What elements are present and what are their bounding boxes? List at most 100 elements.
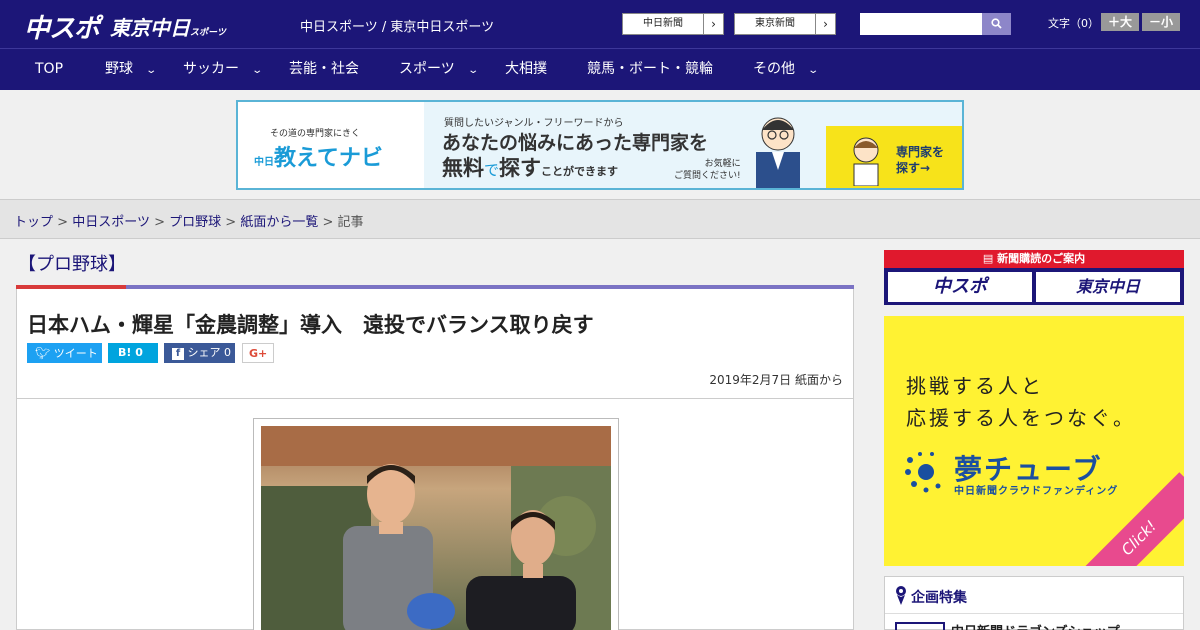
tokyo-shimbun-button[interactable]: 東京新聞 ›	[734, 13, 836, 35]
banner-brand-name: 教えてナビ	[274, 146, 383, 171]
chevron-right-icon: ›	[703, 14, 723, 34]
nav-item-label: 野球	[105, 61, 133, 77]
nav-item-entertainment[interactable]: 芸能・社会	[289, 49, 359, 90]
nav-item-sumo[interactable]: 大相撲	[505, 49, 547, 90]
facebook-share-button[interactable]: f シェア 0	[164, 343, 235, 363]
banner-cta-b: 探す→	[896, 161, 931, 175]
breadcrumb: トップ > 中日スポーツ > プロ野球 > 紙面から一覧 > 記事	[14, 211, 364, 230]
subscribe-chuspo-button[interactable]: 中スポ	[888, 272, 1032, 302]
tweet-button[interactable]: 🐦︎ ツイート	[27, 343, 102, 363]
hatena-bookmark-button[interactable]: B! 0	[108, 343, 158, 363]
main-nav: TOP 野球 ⌄ サッカー ⌄ 芸能・社会 スポーツ ⌄ 大相撲 競馬・ボート・競輪 …	[0, 48, 1200, 90]
banner-invite: お気軽に ご質問ください!	[674, 158, 741, 182]
site-names: 中日スポーツ / 東京中日スポーツ	[300, 20, 495, 35]
yume-logo-dots-icon	[905, 452, 941, 493]
nav-item-label: スポーツ	[399, 61, 455, 77]
breadcrumb-top[interactable]: トップ	[14, 215, 53, 230]
google-plus-button[interactable]: G+	[242, 343, 274, 363]
dragons-shop-thumbnail[interactable]	[895, 622, 945, 630]
feature-divider	[885, 613, 1183, 614]
breadcrumb-pro-baseball[interactable]: プロ野球	[169, 215, 221, 230]
subscription-box: ▤ 新聞購読のご案内 中スポ 東京中日	[884, 250, 1184, 305]
chunichi-shimbun-label: 中日新聞	[643, 18, 683, 29]
nav-item-racing[interactable]: 競馬・ボート・競輪	[587, 49, 713, 90]
chevron-down-icon: ⌄	[467, 65, 479, 76]
person-icon	[853, 137, 879, 186]
section-title: 【プロ野球】	[18, 254, 126, 275]
banner-invite-a: お気軽に	[704, 159, 741, 169]
breadcrumb-paper-list[interactable]: 紙面から一覧	[240, 215, 318, 230]
nav-item-label: サッカー	[183, 61, 239, 77]
banner-can: ことができます	[541, 165, 619, 178]
banner-line2: あなたの悩みにあった専門家を	[442, 132, 709, 154]
banner-cta[interactable]: 専門家を探す→	[826, 126, 962, 188]
chuspo-logo[interactable]: 中スポ	[24, 8, 100, 45]
breadcrumb-bar: トップ > 中日スポーツ > プロ野球 > 紙面から一覧 > 記事	[0, 199, 1200, 239]
banner-brand-area: その道の専門家にきく 中日教えてナビ	[238, 102, 424, 188]
article-photo-frame	[253, 418, 619, 630]
banner-brand-prefix: 中日	[254, 157, 274, 168]
banner-de: で	[484, 161, 500, 179]
nav-item-label: その他	[753, 61, 795, 77]
article-date: 2019年2月7日 紙面から	[709, 373, 843, 387]
tokyo-shimbun-label: 東京新聞	[755, 18, 795, 29]
nav-item-label: 競馬・ボート・競輪	[587, 61, 713, 77]
breadcrumb-separator: >	[154, 215, 165, 230]
tokyo-chunichi-logo-text: 東京中日	[110, 16, 190, 40]
subscribe-tokyo-chunichi-button[interactable]: 東京中日	[1036, 272, 1180, 302]
expert-illustration	[756, 117, 800, 188]
breadcrumb-chunichi-sports[interactable]: 中日スポーツ	[72, 215, 150, 230]
nav-item-baseball[interactable]: 野球 ⌄	[105, 49, 158, 90]
chevron-down-icon: ⌄	[807, 65, 820, 76]
banner-line1: 質問したいジャンル・フリーワードから	[444, 118, 624, 129]
newspaper-icon: ▤	[982, 252, 994, 265]
yume-subtitle: 中日新聞クラウドファンディング	[954, 486, 1119, 497]
search-icon	[991, 18, 1002, 29]
chevron-right-icon: ›	[815, 14, 835, 34]
nav-item-label: 大相撲	[505, 61, 547, 77]
facebook-icon: f	[172, 348, 184, 360]
feature-box: 企画特集 中日新聞ドラゴンズショップ	[884, 576, 1184, 630]
nav-item-label: 芸能・社会	[289, 61, 359, 77]
subscription-header: ▤ 新聞購読のご案内	[884, 250, 1184, 268]
yume-tagline-2: 応援する人をつなぐ。	[906, 406, 1136, 430]
tokyo-chunichi-logo-small: スポーツ	[190, 28, 226, 38]
nav-item-sports[interactable]: スポーツ ⌄	[399, 49, 479, 90]
banner-search: 探す	[499, 156, 542, 180]
banner-free: 無料	[442, 156, 484, 180]
article-divider	[17, 398, 853, 399]
tokyo-chunichi-logo[interactable]: 東京中日スポーツ	[110, 12, 226, 41]
nav-item-other[interactable]: その他 ⌄	[753, 49, 820, 90]
top-header: 中スポ 東京中日スポーツ 中日スポーツ / 東京中日スポーツ 中日新聞 › 東京…	[0, 0, 1200, 48]
banner-cta-a: 専門家を	[896, 145, 945, 159]
font-size-label: 文字（0）	[1048, 17, 1099, 30]
breadcrumb-separator: >	[57, 215, 69, 230]
yume-tagline-1: 挑戦する人と	[906, 374, 1044, 398]
oshiete-navi-ad-banner[interactable]: その道の専門家にきく 中日教えてナビ 質問したいジャンル・フリーワードから あな…	[236, 100, 964, 190]
search-button[interactable]	[982, 13, 1011, 35]
search-input[interactable]	[860, 13, 982, 35]
nav-item-soccer[interactable]: サッカー ⌄	[183, 49, 263, 90]
twitter-icon: 🐦︎	[35, 346, 51, 360]
facebook-share-label: シェア 0	[187, 346, 232, 359]
yume-tube-ad[interactable]: 挑戦する人と 応援する人をつなぐ。 夢チューブ 中日新聞クラウドファンディング …	[884, 316, 1184, 566]
feature-title: 企画特集	[911, 590, 967, 606]
players-photo	[261, 426, 611, 630]
ribbon-icon	[896, 586, 906, 605]
breadcrumb-separator: >	[225, 215, 237, 230]
nav-item-top[interactable]: TOP	[35, 49, 63, 90]
banner-tagline: その道の専門家にきく	[270, 129, 361, 139]
article-card: 日本ハム・輝星「金農調整」導入 遠投でバランス取り戻す 🐦︎ ツイート B! 0…	[16, 289, 854, 630]
banner-brand: 中日教えてナビ	[254, 140, 383, 172]
tweet-label: ツイート	[53, 347, 98, 360]
breadcrumb-current: 記事	[337, 215, 364, 230]
font-smaller-button[interactable]: －小	[1142, 13, 1180, 31]
font-larger-button[interactable]: ＋大	[1101, 13, 1139, 31]
chevron-down-icon: ⌄	[145, 65, 158, 76]
subscription-header-label: 新聞購読のご案内	[997, 252, 1086, 265]
breadcrumb-separator: >	[322, 215, 334, 230]
article-photo[interactable]	[261, 426, 611, 630]
feature-item-dragons-shop[interactable]: 中日新聞ドラゴンズショップ	[951, 621, 1120, 630]
chunichi-shimbun-button[interactable]: 中日新聞 ›	[622, 13, 724, 35]
banner-cta-text: 専門家を探す→	[896, 144, 944, 176]
